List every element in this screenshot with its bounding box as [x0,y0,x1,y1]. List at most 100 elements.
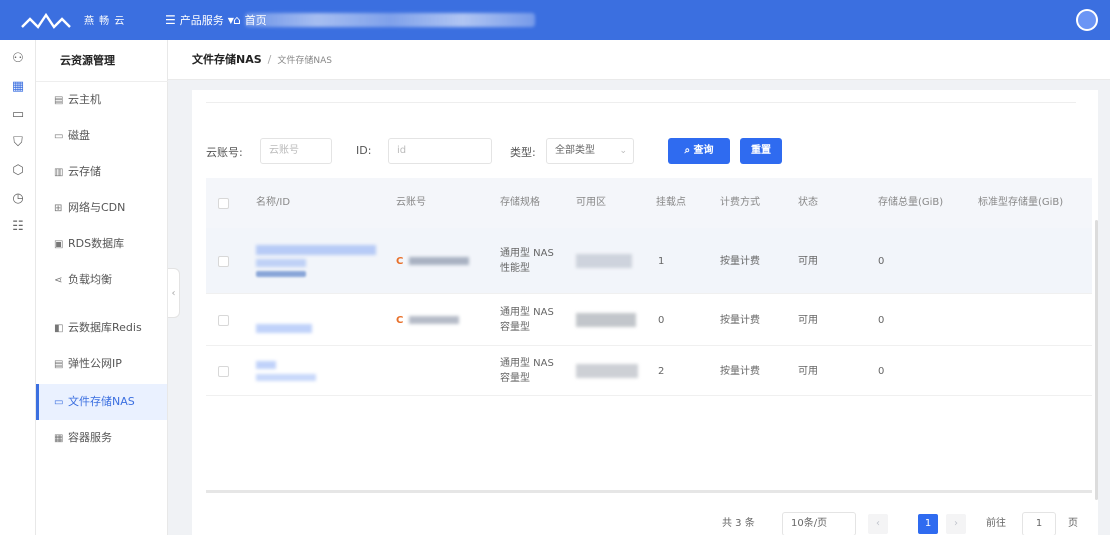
zone-cell [576,228,632,294]
sidebar-item-label: 云存储 [68,165,101,178]
table-row[interactable]: C 通用型 NAS 性能型 1 按量计费 可用 0 [206,228,1092,294]
table-row[interactable]: 通用型 NAS 容量型 2 按量计费 可用 0 [206,346,1092,396]
sidebar: 云资源管理 ▤ 云主机 ▭ 磁盘 ▥ 云存储 ⊞ 网络与CDN ▣ RDS数据库 ⋖ 负载均… [36,40,168,535]
sidebar-item-label: RDS数据库 [68,237,125,250]
column-header: 状态 [798,197,818,208]
search-button-label: 查询 [693,145,714,156]
sidebar-item-rds[interactable]: ▣ RDS数据库 [36,226,167,262]
reset-button[interactable]: 重置 [740,138,782,164]
storage-icon: ▥ [54,167,64,178]
billing-cell: 按量计费 [720,255,760,267]
breadcrumb-main[interactable]: 文件存储NAS [192,53,262,66]
id-filter-label: ID: [356,144,372,157]
brand-logo[interactable]: 燕 畅 云 [20,9,130,31]
nas-icon: ▭ [54,397,64,408]
account-cell: C [396,228,470,294]
type-filter-value: 全部类型 [555,145,595,156]
sidebar-item-label: 网络与CDN [68,201,126,214]
type-filter-label: 类型: [510,146,536,159]
sidebar-item-load-balancer[interactable]: ⋖ 负载均衡 [36,262,167,298]
column-header: 名称/ID [256,197,291,208]
sidebar-item-label: 弹性公网IP [68,357,122,370]
sidebar-collapse-handle[interactable]: ‹ [168,268,180,318]
brand-name: 燕 畅 云 [84,16,126,27]
menu-icon: ☰ [165,13,176,27]
divider [206,102,1076,103]
column-header: 存储总量(GiB) [878,197,944,208]
resource-name [256,361,276,369]
share-icon: ⋖ [54,275,63,286]
sidebar-item-label: 负载均衡 [68,273,112,286]
sidebar-item-label: 云主机 [68,93,101,106]
sidebar-item-container[interactable]: ▦ 容器服务 [36,420,167,456]
spec-cell: 通用型 NAS 容量型 [500,307,554,333]
horizontal-scrollbar[interactable] [206,490,1092,493]
sidebar-item-cloud-storage[interactable]: ▥ 云存储 [36,154,167,190]
type-filter-select[interactable]: 全部类型 ⌄ [546,138,634,164]
row-checkbox[interactable] [218,255,229,267]
row-checkbox[interactable] [218,314,229,326]
logo-mark-icon [21,12,71,29]
clock-icon[interactable]: ◷ [0,188,36,210]
account-value [409,316,460,324]
status-cell: 可用 [798,255,818,267]
id-filter-input[interactable]: id [388,138,492,164]
spec-cell: 通用型 NAS 性能型 [500,248,554,274]
chevron-down-icon: ⌄ [619,146,627,156]
pagination-total: 共 3 条 [722,518,755,529]
resource-name-link[interactable] [256,228,376,294]
sidebar-item-nas[interactable]: ▭ 文件存储NAS [36,384,167,420]
total-cell: 0 [878,365,885,377]
billing-cell: 按量计费 [720,365,760,377]
account-cell: C [396,294,460,346]
resource-name-link[interactable] [256,294,312,346]
next-page-button[interactable]: › [946,514,966,534]
list-icon[interactable]: ☷ [0,216,36,238]
account-value [409,257,470,265]
grid-icon[interactable]: ▦ [0,76,36,98]
avatar[interactable] [1076,9,1098,31]
account-selector[interactable] [245,13,535,27]
breadcrumb-current: 文件存储NAS [277,56,332,66]
users-icon[interactable]: ⚇ [0,48,36,70]
prev-page-button[interactable]: ‹ [868,514,888,534]
resource-id [256,259,306,267]
icon-rail: ⚇ ▦ ▭ ⛉ ⬡ ◷ ☷ [0,40,36,535]
status-cell: 可用 [798,365,818,377]
shield-icon[interactable]: ⛉ [0,132,36,154]
select-all-checkbox[interactable] [218,197,229,209]
resource-id [256,374,316,381]
billing-cell: 按量计费 [720,314,760,326]
sidebar-item-redis[interactable]: ◧ 云数据库Redis [36,310,167,346]
products-menu[interactable]: ☰ 产品服务 ▼ [165,12,234,28]
row-checkbox[interactable] [218,365,229,377]
mount-cell: 1 [658,255,665,267]
goto-page-input[interactable]: 1 [1022,512,1056,535]
sidebar-item-cloud-host[interactable]: ▤ 云主机 [36,82,167,118]
vertical-scrollbar[interactable] [1095,220,1098,500]
chevron-left-icon: ‹ [171,288,176,299]
box-icon[interactable]: ⬡ [0,160,36,182]
network-icon: ⊞ [54,203,63,214]
column-header: 挂载点 [656,197,686,208]
account-filter-label: 云账号: [206,146,243,159]
sidebar-item-network-cdn[interactable]: ⊞ 网络与CDN [36,190,167,226]
account-filter-input[interactable]: 云账号 [260,138,332,164]
mount-cell: 2 [658,365,665,377]
sidebar-item-label: 磁盘 [68,129,90,142]
page-number-button[interactable]: 1 [918,514,938,534]
page-unit-label: 页 [1068,518,1078,529]
column-header: 计费方式 [720,197,760,208]
search-button[interactable]: ⌕ 查询 [668,138,730,164]
user-icon [1078,11,1096,29]
resource-name-link[interactable] [256,346,316,396]
sidebar-item-label: 文件存储NAS [68,395,135,408]
cloud-provider-icon: C [396,314,404,326]
sidebar-item-disk[interactable]: ▭ 磁盘 [36,118,167,154]
goto-label: 前往 [986,518,1006,529]
sidebar-item-elastic-ip[interactable]: ▤ 弹性公网IP [36,346,167,382]
monitor-icon[interactable]: ▭ [0,104,36,126]
search-icon: ⌕ [684,145,694,156]
table-row[interactable]: C 通用型 NAS 容量型 0 按量计费 可用 0 [206,294,1092,346]
page-size-select[interactable]: 10条/页 [782,512,856,535]
